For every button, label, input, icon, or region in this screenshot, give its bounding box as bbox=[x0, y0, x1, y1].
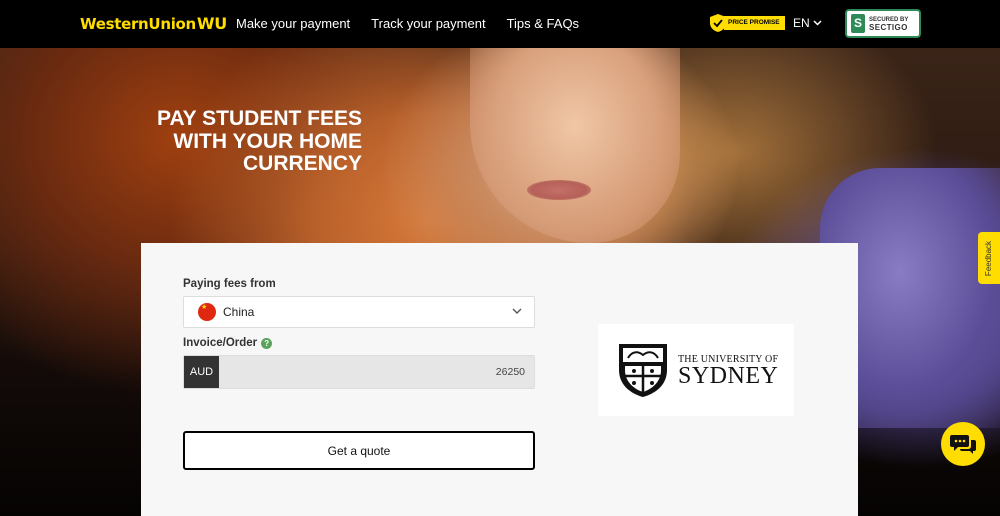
hero-lips bbox=[527, 180, 591, 200]
chat-bubbles-icon bbox=[950, 435, 976, 454]
country-select[interactable]: China bbox=[183, 296, 535, 328]
invoice-amount-field[interactable]: AUD 26250 bbox=[183, 355, 535, 389]
western-union-logo[interactable]: WesternUnionWU bbox=[80, 14, 227, 33]
amount-input[interactable]: 26250 bbox=[219, 356, 534, 388]
feedback-label: Feedback bbox=[984, 240, 994, 276]
sectigo-icon: S bbox=[851, 14, 865, 33]
top-header: WesternUnionWU Make your payment Track y… bbox=[0, 0, 1000, 48]
nav-track-payment[interactable]: Track your payment bbox=[371, 16, 485, 31]
payment-form-card: Paying fees from China Invoice/Order ? A… bbox=[141, 243, 858, 516]
chevron-down-icon bbox=[512, 308, 522, 314]
university-name: THE UNIVERSITY OF SYDNEY bbox=[678, 354, 779, 389]
main-nav: Make your payment Track your payment Tip… bbox=[236, 16, 579, 31]
sectigo-line2: SECTIGO bbox=[869, 22, 908, 32]
feedback-tab[interactable]: Feedback bbox=[978, 232, 1000, 284]
logo-text: WesternUnion bbox=[80, 15, 196, 33]
invoice-label: Invoice/Order bbox=[183, 337, 258, 349]
language-selector[interactable]: EN bbox=[793, 16, 822, 30]
chevron-down-icon bbox=[813, 20, 822, 26]
price-promise-label: PRICE PROMISE bbox=[724, 16, 785, 30]
university-crest-icon bbox=[619, 344, 667, 397]
sectigo-text: SECURED BY SECTIGO bbox=[869, 16, 908, 32]
price-promise-badge[interactable]: PRICE PROMISE bbox=[710, 14, 785, 32]
university-line2: SYDNEY bbox=[678, 362, 779, 389]
language-label: EN bbox=[793, 16, 810, 30]
headline-line-3: CURRENCY bbox=[242, 152, 362, 175]
get-quote-button[interactable]: Get a quote bbox=[183, 431, 535, 470]
hero-headline: PAY STUDENT FEES WITH YOUR HOME CURRENCY bbox=[100, 107, 362, 176]
hero-face bbox=[470, 48, 680, 243]
china-flag-icon bbox=[198, 303, 216, 321]
invoice-label-row: Invoice/Order ? bbox=[183, 337, 273, 349]
paying-from-label: Paying fees from bbox=[183, 278, 276, 290]
headline-line-1: PAY STUDENT FEES bbox=[157, 107, 362, 130]
nav-make-payment[interactable]: Make your payment bbox=[236, 16, 350, 31]
currency-code: AUD bbox=[184, 356, 219, 388]
help-icon[interactable]: ? bbox=[261, 337, 273, 349]
logo-mark: WU bbox=[196, 14, 227, 33]
sectigo-seal[interactable]: S SECURED BY SECTIGO bbox=[845, 9, 921, 38]
country-value: China bbox=[223, 305, 255, 319]
university-logo: THE UNIVERSITY OF SYDNEY bbox=[598, 324, 794, 416]
chat-button[interactable] bbox=[941, 422, 985, 466]
headline-line-2: WITH YOUR HOME bbox=[173, 129, 362, 153]
nav-tips-faqs[interactable]: Tips & FAQs bbox=[507, 16, 579, 31]
